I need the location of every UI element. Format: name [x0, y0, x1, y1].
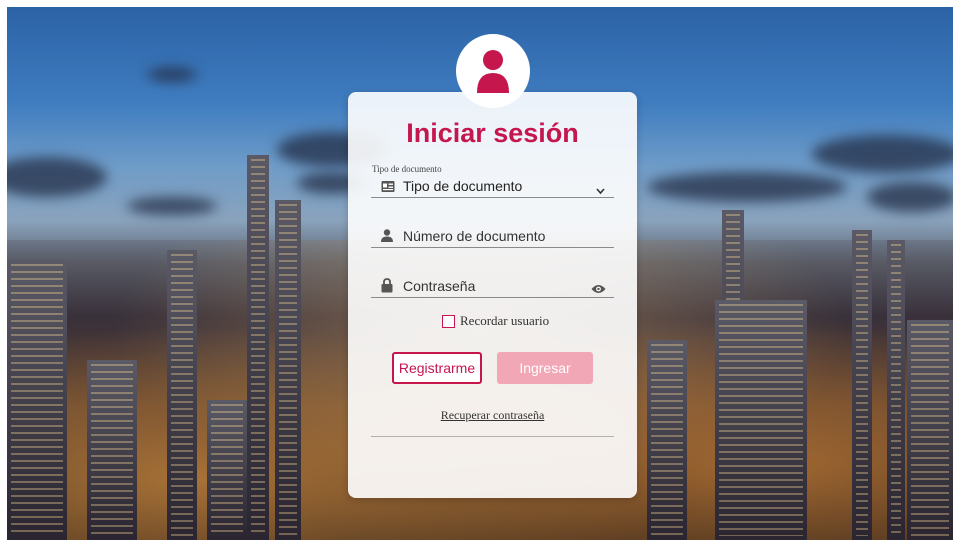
remember-label: Recordar usuario — [460, 313, 550, 328]
document-number-input[interactable]: Número de documento — [371, 228, 614, 248]
login-button[interactable]: Ingresar — [497, 352, 593, 384]
user-icon — [381, 229, 393, 247]
avatar — [456, 34, 530, 108]
lock-icon — [381, 278, 393, 298]
document-type-select[interactable]: Tipo de documento — [371, 178, 614, 198]
password-placeholder: Contraseña — [403, 278, 476, 294]
document-type-value: Tipo de documento — [403, 178, 523, 194]
document-number-placeholder: Número de documento — [403, 228, 546, 244]
register-button[interactable]: Registrarme — [392, 352, 482, 384]
recover-password-link[interactable]: Recuperar contraseña — [348, 408, 637, 423]
user-icon — [477, 50, 509, 93]
page-title: Iniciar sesión — [406, 118, 579, 148]
document-type-label: Tipo de documento — [372, 164, 442, 174]
password-input[interactable]: Contraseña — [371, 278, 614, 298]
id-card-icon — [381, 180, 395, 198]
remember-checkbox[interactable] — [442, 315, 455, 328]
divider — [371, 436, 614, 437]
